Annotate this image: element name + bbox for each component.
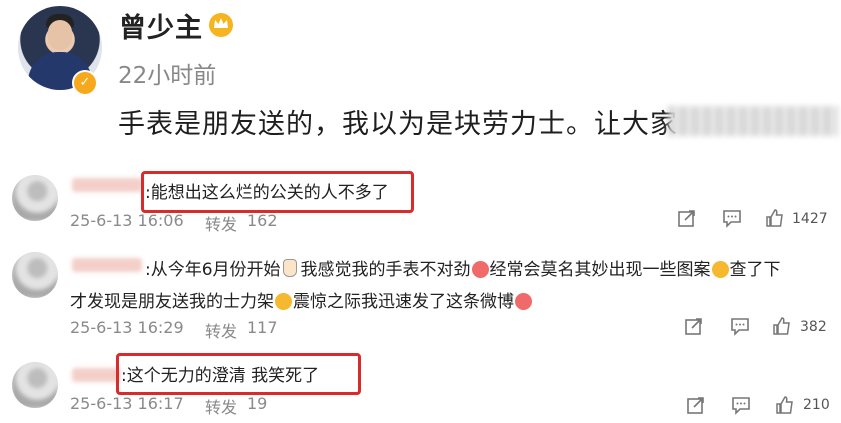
post-text: 手表是朋友送的，我以为是块劳力士。让大家: [118, 109, 678, 140]
repost-count: 117: [247, 318, 278, 337]
author-name[interactable]: 曾少主: [119, 6, 203, 45]
repost-label[interactable]: 转发: [205, 394, 237, 418]
commenter-name[interactable]: [72, 368, 120, 382]
repost-count: 19: [247, 394, 268, 413]
laugh-emoji-icon: [515, 293, 532, 310]
post-time: 22小时前: [118, 63, 217, 89]
comment-date: 25-6-13 16:06: [70, 211, 184, 230]
comment-icon[interactable]: [730, 316, 750, 336]
shocked-emoji-icon: [275, 293, 292, 310]
like-count: 1427: [792, 211, 828, 227]
like-icon[interactable]: [765, 208, 785, 228]
blurred-text: [668, 106, 838, 136]
commenter-avatar[interactable]: [12, 362, 58, 408]
share-icon[interactable]: [686, 395, 706, 415]
commenter-name[interactable]: [72, 178, 142, 192]
comment-icon[interactable]: [722, 208, 742, 228]
repost-count: 162: [247, 211, 278, 230]
comment-text-part: 震惊之际我迅速发了这条微博: [293, 292, 514, 312]
comment-text-part: :从今年6月份开始: [145, 260, 281, 280]
repost-label[interactable]: 转发: [205, 211, 237, 235]
smirk-emoji-icon: [711, 261, 729, 278]
comment-date: 25-6-13 16:17: [70, 394, 184, 413]
comment-text-part: 才发现是朋友送我的士力架: [70, 292, 274, 312]
comment-text-part: 查了下: [729, 260, 781, 280]
comment-icon[interactable]: [731, 395, 751, 415]
like-count: 210: [803, 397, 830, 413]
comment-text-line2: 才发现是朋友送我的士力架 震惊之际我迅速发了这条微博: [70, 287, 533, 312]
commenter-name[interactable]: [72, 258, 142, 272]
share-icon[interactable]: [684, 316, 704, 336]
like-count: 382: [800, 319, 827, 335]
comment-text: :能想出这么烂的公关的人不多了: [145, 183, 389, 203]
hand-emoji-icon: [282, 259, 297, 277]
comment-text-part: 经常会莫名其妙出现一些图案: [489, 260, 711, 280]
like-icon[interactable]: [775, 395, 795, 415]
commenter-avatar[interactable]: [12, 252, 58, 298]
comment-text-line1: :从今年6月份开始 我感觉我的手表不对劲 经常会莫名其妙出现一些图案 查了下: [145, 255, 781, 280]
comment-date: 25-6-13 16:29: [70, 318, 184, 337]
angry-emoji-icon: [471, 261, 489, 278]
comment-text: :这个无力的澄清 我笑死了: [121, 366, 320, 386]
crown-icon: [209, 13, 233, 37]
like-icon[interactable]: [772, 316, 792, 336]
share-icon[interactable]: [677, 208, 697, 228]
verified-badge-icon: ✓: [72, 70, 98, 96]
commenter-avatar[interactable]: [12, 175, 58, 221]
comment-text-part: 我感觉我的手表不对劲: [300, 260, 471, 280]
repost-label[interactable]: 转发: [205, 318, 237, 342]
